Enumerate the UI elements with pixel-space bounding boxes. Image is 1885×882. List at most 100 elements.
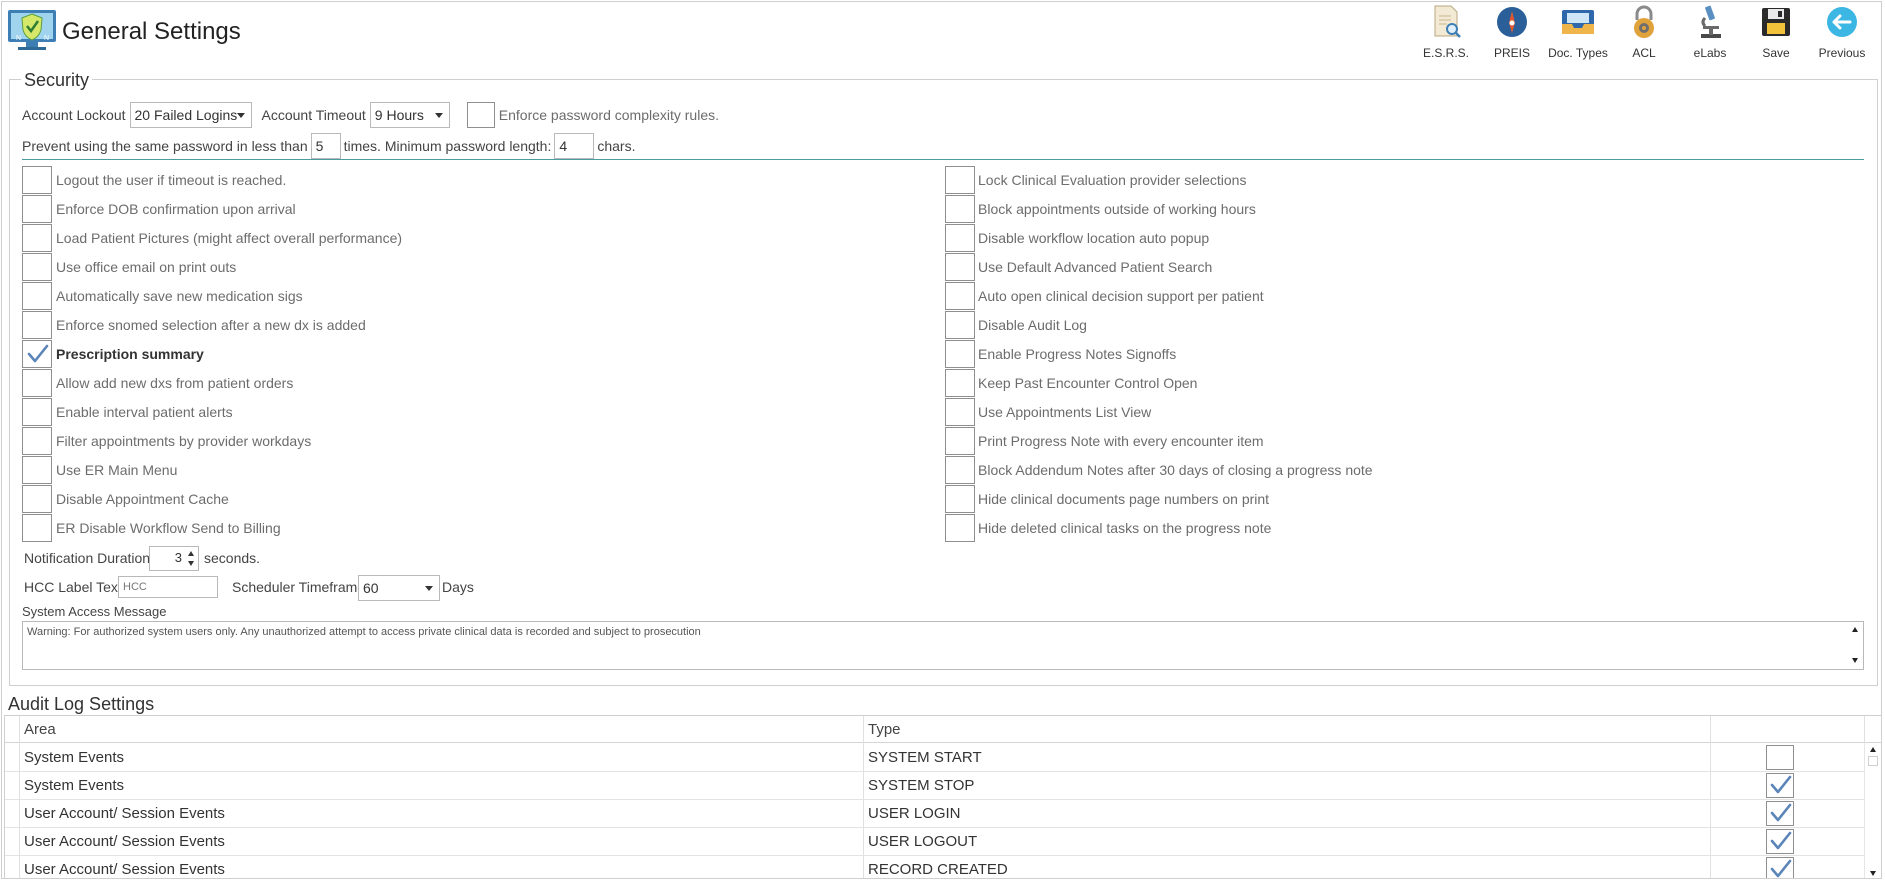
scroll-up-icon[interactable] (1870, 747, 1876, 752)
right-option-checkbox[interactable] (945, 282, 975, 310)
scroll-up-icon[interactable] (1852, 627, 1858, 632)
right-option-checkbox[interactable] (945, 195, 975, 223)
left-option-checkbox[interactable] (22, 195, 52, 223)
notification-duration-spinner[interactable]: 3 (149, 546, 199, 571)
account-timeout-value: 9 Hours (374, 107, 424, 123)
left-option-checkbox[interactable] (22, 485, 52, 513)
system-access-message: Warning: For authorized system users onl… (27, 626, 701, 638)
left-option-checkbox[interactable] (22, 224, 52, 252)
hcc-label: HCC Label Text: (24, 579, 126, 595)
scheduler-timeframe-label: Scheduler Timeframe (232, 579, 366, 595)
right-option-checkbox[interactable] (945, 253, 975, 281)
right-option-checkbox[interactable] (945, 166, 975, 194)
account-lockout-select[interactable]: 20 Failed Logins (129, 102, 252, 128)
acl-button[interactable]: ACL (1613, 4, 1675, 60)
preis-button[interactable]: PREIS (1481, 4, 1543, 60)
chevron-down-icon (434, 113, 443, 118)
table-row[interactable]: User Account/ Session Events USER LOGIN (5, 800, 1866, 828)
account-timeout-select[interactable]: 9 Hours (369, 102, 450, 128)
prevent-reuse-suffix: times. Minimum password length: (343, 138, 552, 154)
cell-type: USER LOGIN (868, 805, 961, 822)
monitor-shield-logo-icon: N N (6, 8, 58, 52)
right-option-checkbox[interactable] (945, 340, 975, 368)
right-option-checkbox[interactable] (945, 311, 975, 339)
preis-label: PREIS (1493, 46, 1530, 60)
right-option-checkbox[interactable] (945, 485, 975, 513)
min-length-suffix: chars. (597, 138, 636, 154)
prevent-reuse-input[interactable]: 5 (310, 133, 341, 159)
prevent-reuse-label: Prevent using the same password in less … (22, 138, 308, 154)
column-header-type[interactable]: Type (868, 721, 901, 738)
scroll-thumb[interactable] (1868, 756, 1878, 766)
save-label: Save (1762, 46, 1790, 60)
save-button[interactable]: Save (1745, 4, 1807, 60)
elabs-button[interactable]: eLabs (1679, 4, 1741, 60)
table-row[interactable]: User Account/ Session Events RECORD CREAT… (5, 856, 1866, 878)
column-header-area[interactable]: Area (24, 721, 56, 738)
elabs-label: eLabs (1693, 46, 1727, 60)
floppy-disk-icon (1758, 4, 1794, 40)
doc-types-button[interactable]: Doc. Types (1547, 4, 1609, 60)
left-option-checkbox[interactable] (22, 166, 52, 194)
esrs-button[interactable]: E.S.R.S. (1415, 4, 1477, 60)
right-option-label: Use Default Advanced Patient Search (978, 259, 1213, 275)
left-option-checkbox[interactable] (22, 311, 52, 339)
left-option-label: Disable Appointment Cache (56, 491, 229, 507)
right-option-checkbox[interactable] (945, 514, 975, 542)
right-option-checkbox[interactable] (945, 456, 975, 484)
security-legend: Security (21, 70, 93, 91)
cell-type: USER LOGOUT (868, 833, 978, 850)
grid-scrollbar[interactable] (1864, 743, 1881, 878)
left-option-label: Automatically save new medication sigs (56, 288, 303, 304)
account-lockout-label: Account Lockout (22, 107, 126, 123)
system-access-message-textarea[interactable]: Warning: For authorized system users onl… (22, 621, 1864, 670)
spin-down-icon[interactable] (188, 561, 194, 566)
page-title: General Settings (62, 18, 241, 45)
audit-enabled-checkbox[interactable] (1766, 773, 1794, 798)
cell-area: System Events (24, 777, 125, 794)
right-option-label: Use Appointments List View (978, 404, 1152, 420)
password-row: Prevent using the same password in less … (22, 133, 635, 159)
scheduler-timeframe-select[interactable]: 60 (358, 575, 440, 601)
audit-enabled-checkbox[interactable] (1766, 801, 1794, 826)
left-option-checkbox[interactable] (22, 282, 52, 310)
right-option-label: Lock Clinical Evaluation provider select… (978, 172, 1247, 188)
scheduler-suffix: Days (442, 579, 474, 595)
scheduler-timeframe-value: 60 (363, 580, 379, 596)
left-option-label: Filter appointments by provider workdays (56, 433, 312, 449)
doc-types-label: Doc. Types (1548, 46, 1608, 60)
enforce-complexity-checkbox[interactable] (466, 102, 495, 128)
table-row[interactable]: System Events SYSTEM STOP (5, 772, 1866, 800)
scroll-down-icon[interactable] (1870, 871, 1876, 876)
right-option-checkbox[interactable] (945, 398, 975, 426)
left-option-checkbox[interactable] (22, 253, 52, 281)
inbox-tray-icon (1560, 4, 1596, 40)
cell-area: User Account/ Session Events (24, 861, 225, 878)
right-option-checkbox[interactable] (945, 369, 975, 397)
table-row[interactable]: User Account/ Session Events USER LOGOUT (5, 828, 1866, 856)
right-option-label: Keep Past Encounter Control Open (978, 375, 1198, 391)
left-option-label: Enable interval patient alerts (56, 404, 233, 420)
left-option-checkbox[interactable] (22, 369, 52, 397)
scroll-down-icon[interactable] (1852, 658, 1858, 663)
right-option-checkbox[interactable] (945, 427, 975, 455)
left-option-checkbox[interactable] (22, 427, 52, 455)
min-length-input[interactable]: 4 (554, 133, 595, 159)
audit-enabled-checkbox[interactable] (1766, 829, 1794, 854)
audit-enabled-checkbox[interactable] (1766, 857, 1794, 878)
hcc-label-input[interactable] (118, 576, 218, 598)
left-option-checkbox[interactable] (22, 398, 52, 426)
right-option-label: Hide deleted clinical tasks on the progr… (978, 520, 1272, 536)
right-option-checkbox[interactable] (945, 224, 975, 252)
left-option-checkbox[interactable] (22, 456, 52, 484)
notification-duration-value: 3 (174, 550, 182, 565)
left-option-checkbox[interactable] (22, 340, 52, 368)
left-option-checkbox[interactable] (22, 514, 52, 542)
left-option-label: Enforce DOB confirmation upon arrival (56, 201, 296, 217)
audit-enabled-checkbox[interactable] (1766, 745, 1794, 770)
spin-up-icon[interactable] (188, 551, 194, 556)
previous-button[interactable]: Previous (1811, 4, 1873, 60)
left-option-label: Allow add new dxs from patient orders (56, 375, 294, 391)
table-row[interactable]: System Events SYSTEM START (5, 744, 1866, 772)
system-access-label: System Access Message (22, 604, 167, 619)
